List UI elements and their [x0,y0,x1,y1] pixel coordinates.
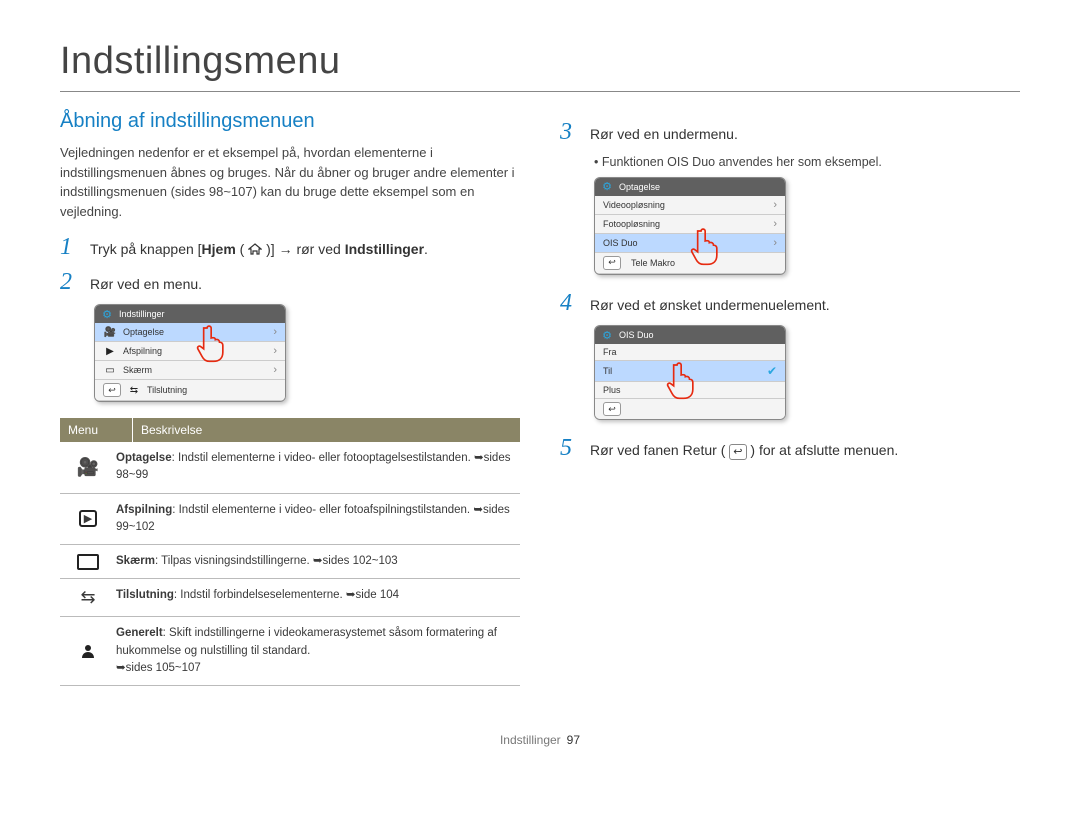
step-5-text: Rør ved fanen Retur ( ↩ ) for at afslutt… [590,441,898,461]
play-icon: ▶ [60,494,116,545]
step-2: 2 Rør ved en menu. [60,270,520,295]
title-rule [60,91,1020,92]
gear-icon: ⚙ [101,308,113,320]
connection-icon: ⇆ [127,385,141,396]
step-number: 3 [560,120,578,144]
step-number: 5 [560,436,578,460]
left-column: Åbning af indstillingsmenuen Vejledninge… [60,110,520,686]
ui3-item-til[interactable]: Til ✔ [595,361,785,382]
intro-paragraph: Vejledningen nedenfor er et eksempel på,… [60,143,520,221]
ui1-title: Indstillinger [119,309,165,319]
page-title: Indstillingsmenu [60,40,1020,83]
section-heading: Åbning af indstillingsmenuen [60,110,520,133]
chevron-right-icon: › [773,237,777,249]
home-icon [248,243,262,255]
table-row: 🎥 Optagelse: Indstil elementerne i video… [60,442,520,494]
step-number: 1 [60,235,78,259]
page-footer: Indstillinger97 [0,733,1080,747]
step-number: 4 [560,291,578,315]
ui3-item-plus[interactable]: Plus [595,382,785,399]
table-row: ⇆ Tilslutning: Indstil forbindelseseleme… [60,579,520,617]
step-1: 1 Tryk på knappen [Hjem ( )] → rør ved I… [60,235,520,260]
back-icon[interactable]: ↩ [103,383,121,397]
step-number: 2 [60,270,78,294]
right-column: 3 Rør ved en undermenu. Funktionen OIS D… [560,110,1020,686]
ui3-title: OIS Duo [619,330,654,340]
gear-icon: ⚙ [601,329,613,341]
return-icon: ↩ [729,444,746,460]
chevron-right-icon: › [273,326,277,338]
ui1-item-tilslutning[interactable]: ↩ ⇆ Tilslutning [95,380,285,401]
ui2-item-fotooplosning[interactable]: Fotoopløsning › [595,215,785,234]
table-row: Skærm: Tilpas visningsindstillingerne. ➥… [60,545,520,579]
ui1-item-optagelse[interactable]: 🎥 Optagelse › [95,323,285,342]
display-icon [60,545,116,578]
menu-description-table: Menu Beskrivelse 🎥 Optagelse: Indstil el… [60,418,520,686]
table-head-menu: Menu [60,418,133,442]
ui2-title: Optagelse [619,182,660,192]
step-3-note: Funktionen OIS Duo anvendes her som ekse… [594,155,1020,169]
ui-screenshot-optagelse: ⚙ Optagelse Videoopløsning › Fotoopløsni… [594,177,786,275]
ui-screenshot-settings: ⚙ Indstillinger 🎥 Optagelse › ▶ Afspilni… [94,304,286,402]
step-3: 3 Rør ved en undermenu. [560,120,1020,145]
table-row: ▶ Afspilning: Indstil elementerne i vide… [60,494,520,546]
ui2-item-telemakro[interactable]: ↩ Tele Makro [595,253,785,274]
chevron-right-icon: › [773,199,777,211]
display-icon: ▭ [103,365,117,376]
ui-screenshot-oisduo: ⚙ OIS Duo Fra Til ✔ Plus ↩ [594,325,786,420]
step-4: 4 Rør ved et ønsket undermenuelement. [560,291,1020,316]
step-3-text: Rør ved en undermenu. [590,125,738,145]
table-row: Generelt: Skift indstillingerne i videok… [60,617,520,686]
step-2-text: Rør ved en menu. [90,275,202,295]
back-icon[interactable]: ↩ [603,256,621,270]
chevron-right-icon: › [273,345,277,357]
table-head-desc: Beskrivelse [133,418,520,442]
chevron-right-icon: › [773,218,777,230]
play-icon: ▶ [103,346,117,357]
step-4-text: Rør ved et ønsket undermenuelement. [590,296,830,316]
person-icon [60,617,116,685]
chevron-right-icon: › [273,364,277,376]
ui2-item-videooplosning[interactable]: Videoopløsning › [595,196,785,215]
ui1-item-skaerm[interactable]: ▭ Skærm › [95,361,285,380]
ui3-item-fra[interactable]: Fra [595,344,785,361]
back-icon[interactable]: ↩ [603,402,621,416]
step-1-text: Tryk på knappen [Hjem ( )] → rør ved Ind… [90,240,428,260]
connection-icon: ⇆ [60,579,116,616]
ui2-item-oisduo[interactable]: OIS Duo › [595,234,785,253]
gear-icon: ⚙ [601,181,613,193]
step-5: 5 Rør ved fanen Retur ( ↩ ) for at afslu… [560,436,1020,461]
check-icon: ✔ [767,364,777,378]
camera-icon: 🎥 [60,442,116,493]
camera-icon: 🎥 [103,327,117,338]
ui1-item-afspilning[interactable]: ▶ Afspilning › [95,342,285,361]
